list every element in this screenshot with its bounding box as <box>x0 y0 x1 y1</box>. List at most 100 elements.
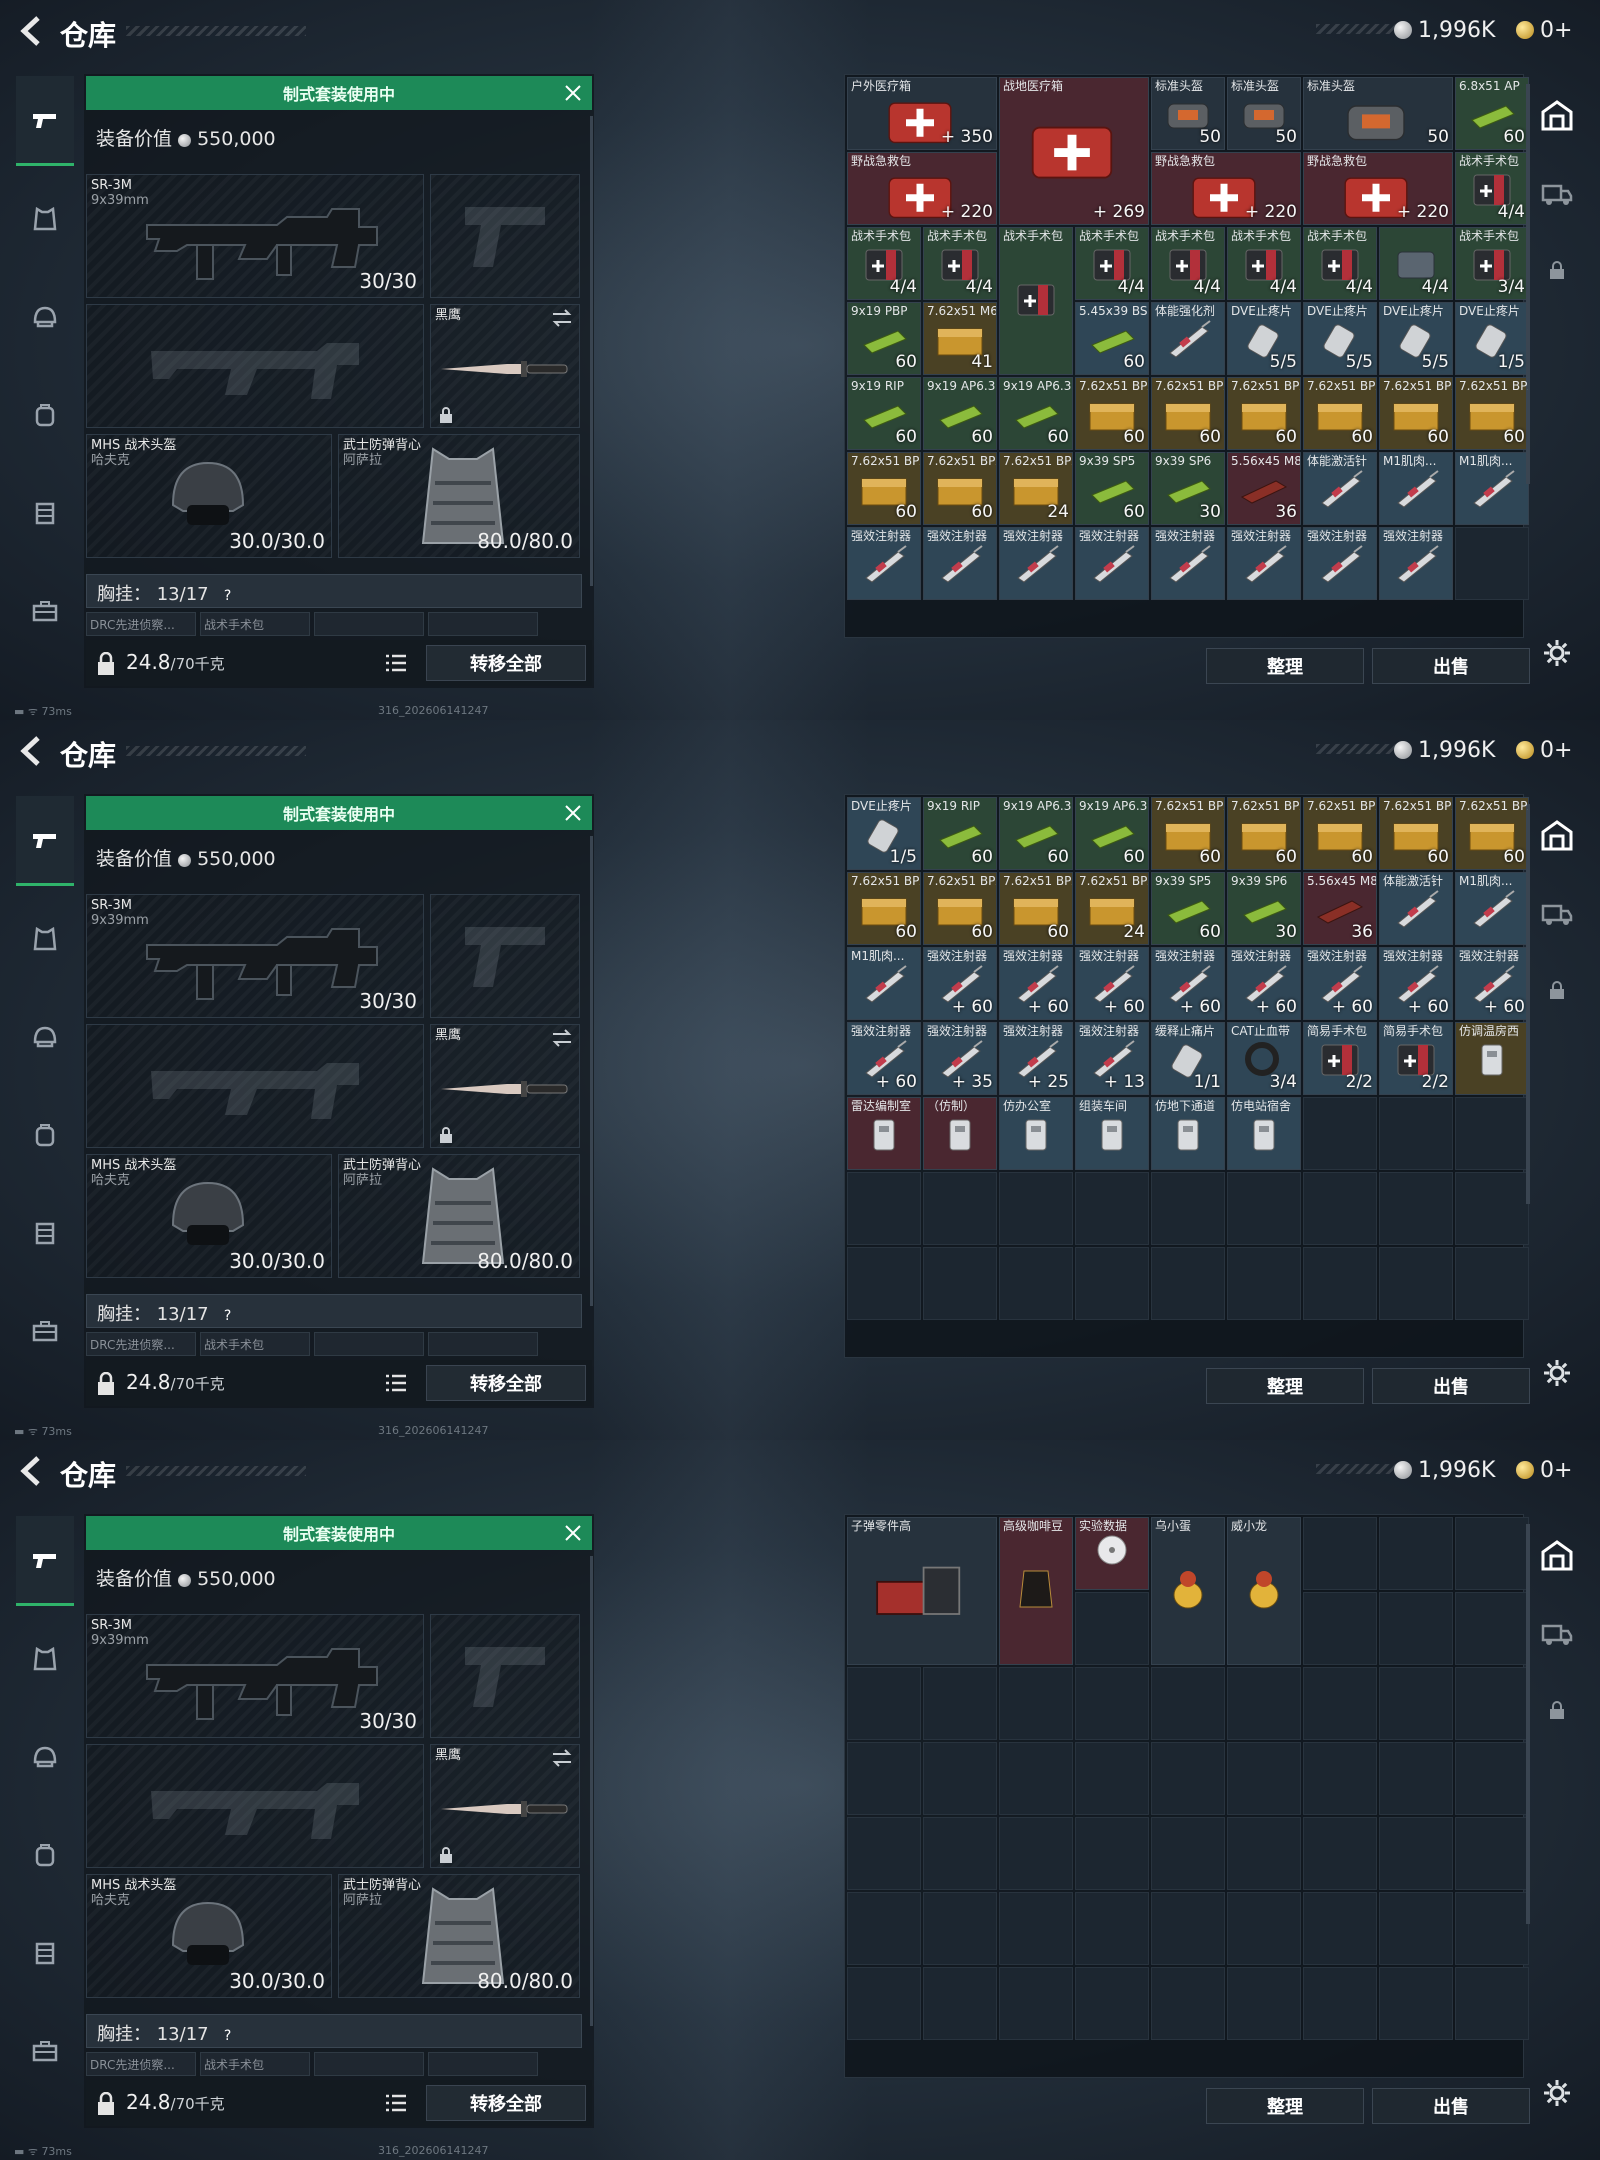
tab-case[interactable] <box>16 1286 74 1376</box>
sidearm-slot[interactable] <box>430 894 580 1018</box>
tab-backpack[interactable] <box>16 370 74 460</box>
stash-item[interactable]: CAT止血带 3/4 <box>1227 1022 1301 1095</box>
helmet-slot[interactable]: MHS 战术头盔 哈夫克 30.0/30.0 <box>86 434 332 558</box>
stash-item[interactable]: 7.62x51 BPZ 60 <box>847 872 921 945</box>
tab-helmet[interactable] <box>16 992 74 1082</box>
stash-item[interactable]: 7.62x51 BPZ 60 <box>1455 797 1529 870</box>
secondary-weapon-slot[interactable] <box>86 1744 424 1868</box>
stash-item[interactable]: 强效注射器 + 60 <box>1227 947 1301 1020</box>
empty-slot[interactable] <box>1379 1817 1453 1890</box>
empty-slot[interactable] <box>1455 1517 1529 1590</box>
stash-item[interactable]: 7.62x51 BPZ 60 <box>1455 377 1529 450</box>
empty-slot[interactable] <box>1455 527 1529 600</box>
stash-item[interactable]: 威小龙 <box>1227 1517 1301 1665</box>
back-arrow-icon[interactable] <box>16 1454 46 1488</box>
stash-item[interactable]: 9x19 RIP 60 <box>847 377 921 450</box>
stash-item[interactable]: 高级咖啡豆 <box>999 1517 1073 1665</box>
stash-item[interactable]: 7.62x51 BPZ 60 <box>1379 797 1453 870</box>
stash-item[interactable]: 仿电站宿舍 <box>1227 1097 1301 1170</box>
tab-firearms[interactable] <box>16 796 74 886</box>
tab-armor[interactable] <box>16 1614 74 1704</box>
help-icon[interactable]: ? <box>219 1307 237 1325</box>
empty-slot[interactable] <box>923 1667 997 1740</box>
primary-weapon-slot[interactable]: SR-3M 9x39mm 30/30 <box>86 894 424 1018</box>
helmet-slot[interactable]: MHS 战术头盔 哈夫克 30.0/30.0 <box>86 1154 332 1278</box>
swap-icon[interactable] <box>551 309 573 327</box>
stash-item[interactable]: 5.56x45 M855 36 <box>1303 872 1377 945</box>
empty-slot[interactable] <box>1227 1667 1301 1740</box>
stash-item[interactable]: 7.62x51 BPZ 60 <box>1151 797 1225 870</box>
gear-icon[interactable] <box>1542 1358 1572 1388</box>
close-icon[interactable] <box>564 804 582 822</box>
empty-slot[interactable] <box>923 1817 997 1890</box>
sidearm-slot[interactable] <box>430 1614 580 1738</box>
stash-item[interactable]: 5.56x45 M855 36 <box>1227 452 1301 525</box>
empty-slot[interactable] <box>999 1892 1073 1965</box>
warehouse-icon[interactable] <box>1540 818 1574 852</box>
stash-item[interactable]: 9x39 SP6 30 <box>1151 452 1225 525</box>
tab-armor[interactable] <box>16 894 74 984</box>
empty-slot[interactable] <box>1227 1967 1301 2040</box>
melee-slot[interactable]: 黑鹰 <box>430 304 580 428</box>
tab-chest-rig[interactable] <box>16 1188 74 1278</box>
list-icon[interactable] <box>384 652 408 674</box>
tab-backpack[interactable] <box>16 1810 74 1900</box>
stash-item[interactable]: M1肌肉... <box>1455 452 1529 525</box>
tab-backpack[interactable] <box>16 1090 74 1180</box>
loadout-scrollbar[interactable] <box>590 116 593 586</box>
gear-icon[interactable] <box>1542 2078 1572 2108</box>
swap-icon[interactable] <box>551 1029 573 1047</box>
empty-slot[interactable] <box>1227 1172 1301 1245</box>
empty-slot[interactable] <box>923 1742 997 1815</box>
stash-item[interactable]: 7.62x51 BPZ 60 <box>1075 377 1149 450</box>
stash-item[interactable]: 强效注射器 + 60 <box>1455 947 1529 1020</box>
gold-currency[interactable]: 0+ <box>1516 738 1572 763</box>
empty-slot[interactable] <box>923 1247 997 1320</box>
stash-item[interactable]: DVE止疼片 1/5 <box>847 797 921 870</box>
tab-case[interactable] <box>16 566 74 656</box>
empty-slot[interactable] <box>1075 1667 1149 1740</box>
stash-item[interactable]: 强效注射器 + 25 <box>999 1022 1073 1095</box>
stash-item[interactable]: 强效注射器 <box>923 527 997 600</box>
empty-slot[interactable] <box>1455 1967 1529 2040</box>
secondary-weapon-slot[interactable] <box>86 1024 424 1148</box>
empty-slot[interactable] <box>1455 1097 1529 1170</box>
lock-icon[interactable] <box>1547 980 1567 1000</box>
empty-slot[interactable] <box>1075 1247 1149 1320</box>
stash-item[interactable]: 乌小蛋 <box>1151 1517 1225 1665</box>
chest-item-empty[interactable] <box>428 612 538 636</box>
stash-item[interactable]: 7.62x51 BPZ 60 <box>999 872 1073 945</box>
chest-item[interactable]: 战术手术包 <box>200 1332 310 1356</box>
empty-slot[interactable] <box>1227 1817 1301 1890</box>
stash-item[interactable]: 强效注射器 + 13 <box>1075 1022 1149 1095</box>
stash-item[interactable]: 战术手术包 4/4 <box>1075 227 1149 300</box>
stash-item[interactable]: 4/4 <box>1379 227 1453 300</box>
stash-scrollbar[interactable] <box>1526 1524 1530 1924</box>
sort-button[interactable]: 整理 <box>1206 1368 1364 1404</box>
stash-item[interactable]: 9x19 AP6.3 60 <box>999 377 1073 450</box>
stash-item[interactable]: 强效注射器 + 60 <box>847 1022 921 1095</box>
tab-firearms[interactable] <box>16 1516 74 1606</box>
lock-icon[interactable] <box>96 1372 116 1396</box>
empty-slot[interactable] <box>1379 1592 1453 1665</box>
tab-chest-rig[interactable] <box>16 468 74 558</box>
stash-item[interactable]: 仿地下通道 <box>1151 1097 1225 1170</box>
back-arrow-icon[interactable] <box>16 14 46 48</box>
stash-item[interactable]: 强效注射器 + 60 <box>923 947 997 1020</box>
stash-item[interactable]: 体能激活针 <box>1303 452 1377 525</box>
stash-item[interactable]: 7.62x51 BPZ 60 <box>923 872 997 945</box>
stash-item[interactable]: DVE止疼片 5/5 <box>1379 302 1453 375</box>
stash-item[interactable]: 战术手术包 4/4 <box>1455 152 1529 225</box>
stash-item[interactable]: 战术手术包 3/4 <box>1455 227 1529 300</box>
empty-slot[interactable] <box>1075 1817 1149 1890</box>
empty-slot[interactable] <box>847 1667 921 1740</box>
empty-slot[interactable] <box>1379 1667 1453 1740</box>
gold-currency[interactable]: 0+ <box>1516 1458 1572 1483</box>
sidearm-slot[interactable] <box>430 174 580 298</box>
stash-item[interactable]: M1肌肉... <box>1379 452 1453 525</box>
silver-currency[interactable]: 1,996K <box>1394 738 1495 763</box>
empty-slot[interactable] <box>923 1172 997 1245</box>
melee-slot[interactable]: 黑鹰 <box>430 1744 580 1868</box>
empty-slot[interactable] <box>1303 1517 1377 1590</box>
stash-item[interactable]: 9x19 AP6.3 60 <box>1075 797 1149 870</box>
